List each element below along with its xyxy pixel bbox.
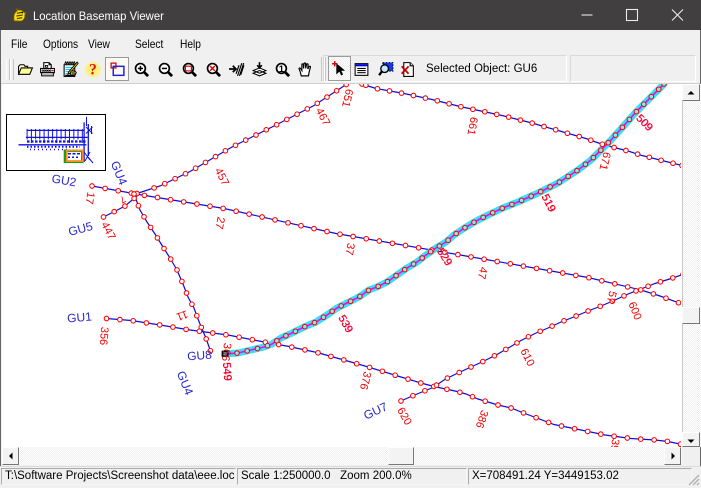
svg-text:7: 7	[117, 193, 127, 205]
svg-text:366: 366	[219, 342, 233, 362]
svg-text:651: 651	[339, 88, 355, 109]
svg-text:47: 47	[475, 266, 489, 280]
svg-text:GU7: GU7	[361, 399, 390, 422]
svg-text:17: 17	[83, 191, 97, 205]
svg-text:549: 549	[220, 362, 233, 381]
svg-text:GU1: GU1	[67, 309, 93, 325]
svg-text:GU5: GU5	[67, 219, 95, 239]
svg-text:539: 539	[335, 313, 355, 335]
svg-text:447: 447	[98, 220, 117, 242]
svg-text:467: 467	[313, 106, 332, 128]
svg-text:GU4: GU4	[108, 159, 130, 187]
svg-text:GU2: GU2	[51, 171, 78, 189]
svg-text:37: 37	[343, 242, 357, 256]
svg-text:376: 376	[357, 370, 373, 391]
svg-text:386: 386	[473, 408, 490, 429]
svg-text:GU4: GU4	[174, 369, 196, 397]
svg-text:661: 661	[464, 116, 479, 136]
svg-text:11: 11	[175, 307, 190, 322]
svg-text:610: 610	[517, 347, 536, 369]
svg-text:GU8: GU8	[187, 348, 213, 364]
svg-text:457: 457	[212, 166, 231, 188]
svg-text:57: 57	[604, 290, 619, 305]
svg-text:620: 620	[394, 406, 414, 428]
svg-text:600: 600	[625, 300, 643, 322]
svg-text:27: 27	[212, 216, 226, 230]
svg-text:356: 356	[97, 326, 111, 345]
